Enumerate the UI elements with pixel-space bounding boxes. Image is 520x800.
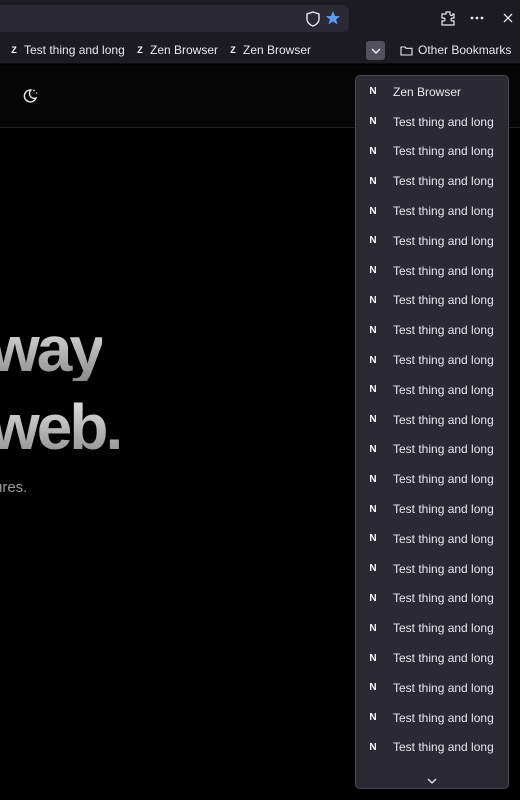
bookmark-favicon-icon: N [369, 712, 377, 724]
menu-item[interactable]: N Test thing and long [356, 613, 508, 643]
bookmarks-overflow-button[interactable] [366, 41, 385, 60]
menu-item-label: Zen Browser [393, 84, 462, 99]
bookmark-label: Zen Browser [150, 43, 219, 57]
menu-item[interactable]: N Test thing and long [356, 375, 508, 405]
bookmark-favicon-icon: N [369, 384, 377, 396]
chevron-down-icon[interactable] [426, 776, 438, 786]
bookmark-favicon-icon: N [369, 414, 377, 426]
hero-heading-line-2: web. [0, 395, 123, 459]
bookmark-favicon-icon: N [369, 86, 377, 98]
bookmark-favicon-icon: N [369, 622, 377, 634]
more-menu-icon[interactable] [468, 9, 486, 27]
bookmark-favicon-icon: N [369, 205, 377, 217]
bookmark-favicon-icon: N [369, 592, 377, 604]
menu-item[interactable]: N Test thing and long [356, 733, 508, 763]
menu-item[interactable]: N Test thing and long [356, 315, 508, 345]
chevron-down-icon [371, 48, 380, 54]
menu-item[interactable]: N Test thing and long [356, 464, 508, 494]
menu-item-label: Test thing and long [393, 233, 494, 248]
menu-item-label: Test thing and long [393, 561, 494, 576]
menu-item-label: Test thing and long [393, 442, 494, 457]
bookmark-favicon-icon: N [369, 473, 377, 485]
bookmark-favicon-icon: N [369, 145, 377, 157]
menu-item-label: Test thing and long [393, 710, 494, 725]
zen-logo-icon: Z [11, 45, 17, 55]
other-bookmarks-folder[interactable]: Other Bookmarks [400, 42, 511, 58]
zen-logo-icon: Z [230, 45, 236, 55]
bookmark-item[interactable]: Z Zen Browser [228, 42, 311, 58]
menu-items-list: N Zen Browser N Test thing and long N Test th… [356, 76, 508, 788]
menu-item-label: Test thing and long [393, 591, 494, 606]
bookmark-favicon-icon: N [369, 175, 377, 187]
menu-item-label: Test thing and long [393, 323, 494, 338]
menu-item[interactable]: N Test thing and long [356, 554, 508, 584]
bookmark-favicon-icon: N [369, 294, 377, 306]
bookmark-favicon-icon: N [369, 354, 377, 366]
menu-item[interactable]: N Test thing and long [356, 286, 508, 316]
menu-item[interactable]: N Test thing and long [356, 494, 508, 524]
bookmark-favicon-icon: N [369, 533, 377, 545]
bookmark-item[interactable]: Z Test thing and long [9, 42, 125, 58]
other-bookmarks-label: Other Bookmarks [418, 43, 512, 57]
menu-item[interactable]: N Test thing and long [356, 435, 508, 465]
bookmark-favicon-icon: N [369, 652, 377, 664]
hero-subtitle: ures. [0, 479, 28, 496]
bookmark-favicon-icon: N [369, 116, 377, 128]
menu-item-label: Test thing and long [393, 204, 494, 219]
bookmark-favicon-icon: N [369, 235, 377, 247]
menu-item-label: Test thing and long [393, 174, 494, 189]
menu-item[interactable]: N Zen Browser [356, 77, 508, 107]
menu-item-label: Test thing and long [393, 353, 494, 368]
menu-item[interactable]: N Test thing and long [356, 643, 508, 673]
close-icon[interactable] [499, 9, 517, 27]
bookmarks-overflow-menu: N Zen Browser N Test thing and long N Test th… [355, 75, 509, 789]
menu-item-label: Test thing and long [393, 531, 494, 546]
menu-item-label: Test thing and long [393, 114, 494, 129]
theme-toggle-icon[interactable] [21, 87, 39, 105]
menu-item-label: Test thing and long [393, 293, 494, 308]
menu-item[interactable]: N Test thing and long [356, 345, 508, 375]
menu-item-label: Test thing and long [393, 472, 494, 487]
menu-item[interactable]: N Test thing and long [356, 226, 508, 256]
bookmark-label: Zen Browser [243, 43, 312, 57]
bookmark-favicon-icon: N [369, 324, 377, 336]
menu-item[interactable]: N Test thing and long [356, 166, 508, 196]
menu-item-label: Test thing and long [393, 263, 494, 278]
menu-item[interactable]: N Test thing and long [356, 703, 508, 733]
bookmark-favicon-icon: N [369, 563, 377, 575]
menu-item[interactable]: N Test thing and long [356, 524, 508, 554]
bookmark-item[interactable]: Z Zen Browser [135, 42, 218, 58]
extensions-icon[interactable] [439, 9, 457, 27]
menu-item-label: Test thing and long [393, 740, 494, 755]
menu-item-label: Test thing and long [393, 412, 494, 427]
hero-heading-line-1: way [0, 317, 105, 381]
navigation-toolbar [0, 0, 520, 36]
bookmark-favicon-icon: N [369, 443, 377, 455]
bookmark-favicon-icon: N [369, 741, 377, 753]
shield-icon[interactable] [306, 11, 320, 27]
menu-item[interactable]: N Test thing and long [356, 584, 508, 614]
folder-icon [400, 45, 413, 56]
menu-item-label: Test thing and long [393, 502, 494, 517]
menu-item-label: Test thing and long [393, 651, 494, 666]
bookmark-favicon-icon: N [369, 265, 377, 277]
url-bar[interactable] [0, 5, 349, 32]
menu-item[interactable]: N Test thing and long [356, 107, 508, 137]
menu-item-label: Test thing and long [393, 680, 494, 695]
bookmark-favicon-icon: N [369, 503, 377, 515]
menu-item[interactable]: N Test thing and long [356, 196, 508, 226]
bookmark-star-icon[interactable] [325, 10, 341, 26]
bookmark-favicon-icon: N [369, 682, 377, 694]
bookmark-label: Test thing and long [24, 43, 125, 57]
menu-item[interactable]: N Test thing and long [356, 137, 508, 167]
menu-item[interactable]: N Test thing and long [356, 673, 508, 703]
menu-item[interactable]: N Test thing and long [356, 256, 508, 286]
menu-item[interactable]: N Test thing and long [356, 405, 508, 435]
menu-item-label: Test thing and long [393, 382, 494, 397]
zen-logo-icon: Z [137, 45, 143, 55]
menu-item-label: Test thing and long [393, 621, 494, 636]
menu-item-label: Test thing and long [393, 144, 494, 159]
